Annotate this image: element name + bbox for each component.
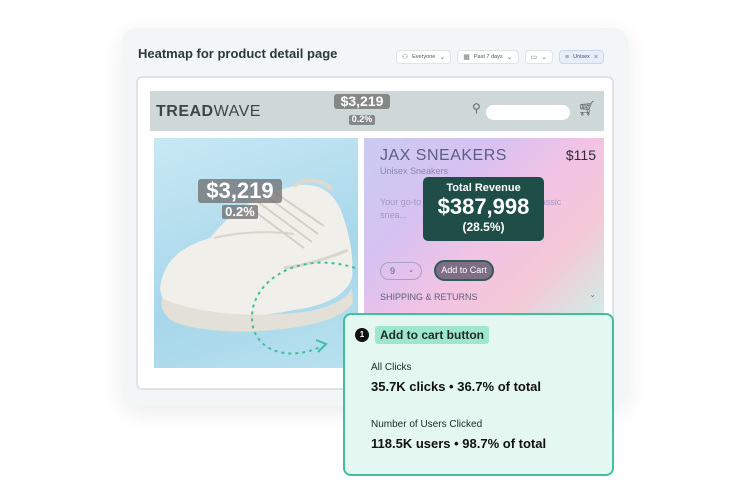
- calendar-icon: ▦: [463, 54, 470, 61]
- search-icon[interactable]: ⚲: [472, 101, 481, 115]
- all-clicks-label: All Clicks: [371, 362, 412, 373]
- search-input[interactable]: [486, 105, 570, 120]
- element-name: Add to cart button: [375, 326, 489, 344]
- store-logo: TREADWAVE: [156, 103, 261, 120]
- chevron-down-icon: ⌄: [408, 267, 414, 274]
- product-subtitle: Unisex Sneakers: [380, 166, 449, 176]
- element-stats-tooltip: 1 Add to cart button All Clicks 35.7K cl…: [343, 313, 614, 476]
- shipping-returns-toggle[interactable]: SHIPPING & RETURNS: [380, 292, 478, 302]
- card-title: Heatmap for product detail page: [138, 46, 338, 61]
- image-revenue-overlay: $3,219 0.2%: [198, 178, 282, 221]
- chevron-down-icon: ⌄: [439, 54, 446, 61]
- monitor-icon: ▭: [530, 54, 538, 61]
- segment-filter-label: Unisex: [573, 54, 590, 60]
- users-clicked-label: Number of Users Clicked: [371, 419, 483, 430]
- audience-filter-label: Everyone: [412, 54, 436, 60]
- filter-icon: ≡: [565, 53, 570, 61]
- tooltip-header: 1 Add to cart button: [355, 326, 489, 344]
- total-revenue-callout: Total Revenue $387,998 (28.5%): [423, 177, 544, 241]
- sneaker-illustration: [160, 178, 353, 332]
- quantity-value: 9: [390, 266, 396, 276]
- chevron-down-icon: ⌄: [589, 290, 596, 299]
- total-revenue-amount: $387,998: [437, 194, 530, 219]
- header-revenue-overlay: $3,219 0.2%: [334, 93, 390, 127]
- device-filter[interactable]: ▭ ⌄: [524, 50, 553, 64]
- product-name: JAX SNEAKERS: [380, 147, 507, 164]
- users-clicked-value: 118.5K users • 98.7% of total: [371, 436, 547, 451]
- filter-bar: ⚇ Everyone ⌄ ▦ Past 7 days ⌄ ▭ ⌄ ≡ Unise…: [395, 50, 604, 64]
- total-revenue-label: Total Revenue: [446, 182, 521, 194]
- close-icon[interactable]: ×: [594, 54, 598, 61]
- product-image: $3,219 0.2%: [154, 138, 358, 368]
- total-revenue-percent: (28.5%): [462, 220, 505, 234]
- user-icon: ⚇: [401, 54, 409, 61]
- date-range-filter[interactable]: ▦ Past 7 days ⌄: [457, 50, 519, 64]
- element-index-badge: 1: [355, 328, 369, 342]
- chevron-down-icon: ⌄: [506, 54, 513, 61]
- date-range-filter-label: Past 7 days: [473, 54, 503, 60]
- segment-filter[interactable]: ≡ Unisex ×: [559, 50, 604, 64]
- quantity-select[interactable]: 9 ⌄: [380, 262, 422, 280]
- audience-filter[interactable]: ⚇ Everyone ⌄: [395, 50, 452, 64]
- all-clicks-value: 35.7K clicks • 36.7% of total: [371, 379, 542, 394]
- chevron-down-icon: ⌄: [541, 54, 547, 61]
- add-to-cart-button[interactable]: Add to Cart: [434, 260, 494, 281]
- cart-icon[interactable]: 🛒︎: [578, 100, 596, 117]
- product-price: $115: [565, 147, 596, 163]
